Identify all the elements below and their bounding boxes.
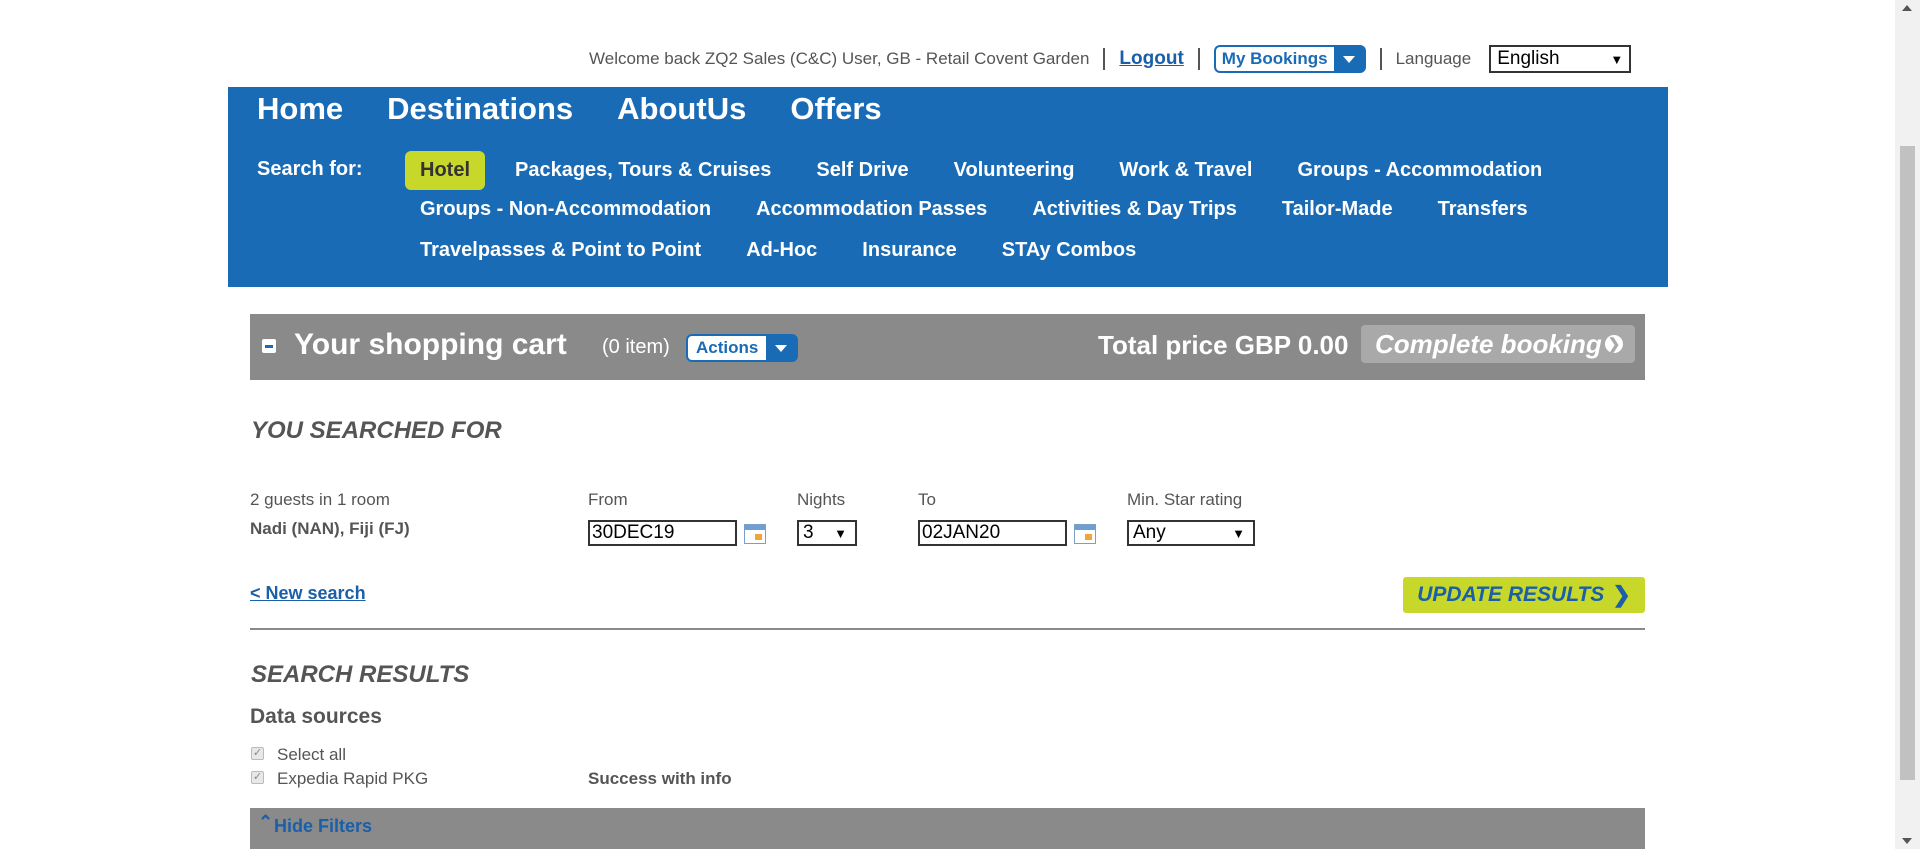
- divider: [1103, 48, 1106, 70]
- chevron-down-icon: ▼: [1610, 51, 1624, 67]
- chevron-right-icon: ❯: [1605, 335, 1623, 353]
- cart-title: Your shopping cart: [294, 328, 567, 361]
- category-insurance[interactable]: Insurance: [847, 231, 971, 270]
- complete-booking-button[interactable]: Complete booking ❯: [1361, 325, 1635, 363]
- collapse-icon[interactable]: [262, 339, 276, 353]
- chevron-right-icon: ❯: [1612, 582, 1631, 607]
- my-bookings-label: My Bookings: [1221, 49, 1328, 68]
- nights-label: Nights: [797, 490, 846, 509]
- nav-aboutus[interactable]: AboutUs: [617, 91, 746, 127]
- complete-booking-label: Complete booking: [1375, 328, 1602, 359]
- to-label: To: [918, 490, 936, 509]
- total-price-value: GBP 0.00: [1234, 330, 1349, 360]
- category-row-3: Travelpasses & Point to Point Ad-Hoc Ins…: [405, 231, 1166, 270]
- hide-filters-bar[interactable]: ⌃ Hide Filters: [250, 808, 1645, 849]
- category-ad-hoc[interactable]: Ad-Hoc: [731, 231, 832, 270]
- divider: [250, 628, 1645, 630]
- from-label: From: [588, 490, 628, 509]
- chevron-down-icon: [766, 336, 797, 360]
- to-date-input[interactable]: 02JAN20: [918, 520, 1067, 546]
- scroll-down-icon[interactable]: [1902, 838, 1912, 844]
- divider: [1197, 48, 1200, 70]
- source-name: Expedia Rapid PKG: [277, 769, 429, 788]
- category-row-1: Hotel Packages, Tours & Cruises Self Dri…: [405, 151, 1572, 190]
- update-results-label: UPDATE RESULTS: [1417, 583, 1605, 606]
- chevron-down-icon: ▼: [1232, 525, 1245, 541]
- guests-summary: 2 guests in 1 room: [250, 490, 390, 509]
- search-for-label: Search for:: [257, 158, 363, 180]
- star-rating-label: Min. Star rating: [1127, 490, 1243, 509]
- category-work-travel[interactable]: Work & Travel: [1104, 151, 1267, 190]
- search-results-heading: SEARCH RESULTS: [251, 661, 470, 688]
- total-price: Total price GBP 0.00: [1098, 330, 1348, 361]
- searched-for-heading: YOU SEARCHED FOR: [251, 417, 502, 444]
- main-nav: Home Destinations AboutUs Offers: [257, 91, 882, 127]
- from-date-input[interactable]: 30DEC19: [588, 520, 737, 546]
- new-search-link[interactable]: < New search: [250, 583, 366, 604]
- nights-select[interactable]: 3 ▼: [797, 520, 857, 546]
- calendar-icon[interactable]: [1074, 524, 1096, 544]
- vertical-scrollbar[interactable]: [1895, 0, 1920, 849]
- category-self-drive[interactable]: Self Drive: [801, 151, 923, 190]
- select-all-checkbox[interactable]: ✓: [251, 747, 264, 760]
- welcome-text: Welcome back ZQ2 Sales (C&C) User, GB - …: [589, 49, 1090, 68]
- category-packages[interactable]: Packages, Tours & Cruises: [500, 151, 786, 190]
- category-groups-non-accommodation[interactable]: Groups - Non-Accommodation: [405, 190, 726, 229]
- actions-dropdown[interactable]: Actions: [686, 334, 799, 362]
- calendar-icon[interactable]: [744, 524, 766, 544]
- nights-value: 3: [803, 522, 814, 543]
- category-volunteering[interactable]: Volunteering: [939, 151, 1090, 190]
- navigation-panel: Home Destinations AboutUs Offers Search …: [228, 87, 1668, 287]
- hide-filters-label: Hide Filters: [274, 816, 373, 836]
- category-activities[interactable]: Activities & Day Trips: [1017, 190, 1252, 229]
- nav-home[interactable]: Home: [257, 91, 343, 127]
- category-travelpasses[interactable]: Travelpasses & Point to Point: [405, 231, 716, 270]
- nav-offers[interactable]: Offers: [790, 91, 881, 127]
- data-sources-heading: Data sources: [250, 705, 382, 728]
- nav-destinations[interactable]: Destinations: [387, 91, 573, 127]
- logout-link[interactable]: Logout: [1119, 48, 1183, 70]
- divider: [1379, 48, 1382, 70]
- category-groups-accommodation[interactable]: Groups - Accommodation: [1282, 151, 1557, 190]
- my-bookings-dropdown[interactable]: My Bookings: [1213, 45, 1366, 73]
- chevron-up-icon: ⌃: [258, 812, 274, 832]
- category-accommodation-passes[interactable]: Accommodation Passes: [741, 190, 1002, 229]
- language-label: Language: [1395, 49, 1472, 68]
- language-select[interactable]: English ▼: [1489, 45, 1632, 73]
- scroll-thumb[interactable]: [1900, 146, 1915, 780]
- category-transfers[interactable]: Transfers: [1423, 190, 1543, 229]
- cart-count: (0 item): [602, 336, 670, 358]
- star-rating-value: Any: [1133, 522, 1166, 543]
- language-value: English: [1497, 48, 1560, 69]
- category-stay-combos[interactable]: STAy Combos: [987, 231, 1151, 270]
- source-status: Success with info: [588, 769, 732, 788]
- category-tailor-made[interactable]: Tailor-Made: [1267, 190, 1408, 229]
- star-rating-select[interactable]: Any ▼: [1127, 520, 1255, 546]
- select-all-label: Select all: [277, 745, 346, 764]
- category-row-2: Groups - Non-Accommodation Accommodation…: [405, 190, 1558, 229]
- total-price-label: Total price: [1098, 330, 1228, 360]
- category-hotel[interactable]: Hotel: [405, 151, 485, 190]
- chevron-down-icon: [1333, 47, 1364, 71]
- shopping-cart-bar: Your shopping cart (0 item) Actions Tota…: [250, 314, 1645, 380]
- chevron-down-icon: ▼: [834, 525, 847, 541]
- top-utility-bar: Welcome back ZQ2 Sales (C&C) User, GB - …: [589, 44, 1632, 74]
- scroll-up-icon[interactable]: [1902, 5, 1912, 11]
- actions-label: Actions: [696, 338, 759, 357]
- location-summary: Nadi (NAN), Fiji (FJ): [250, 519, 410, 538]
- source-checkbox[interactable]: ✓: [251, 771, 264, 784]
- update-results-button[interactable]: UPDATE RESULTS ❯: [1403, 577, 1645, 613]
